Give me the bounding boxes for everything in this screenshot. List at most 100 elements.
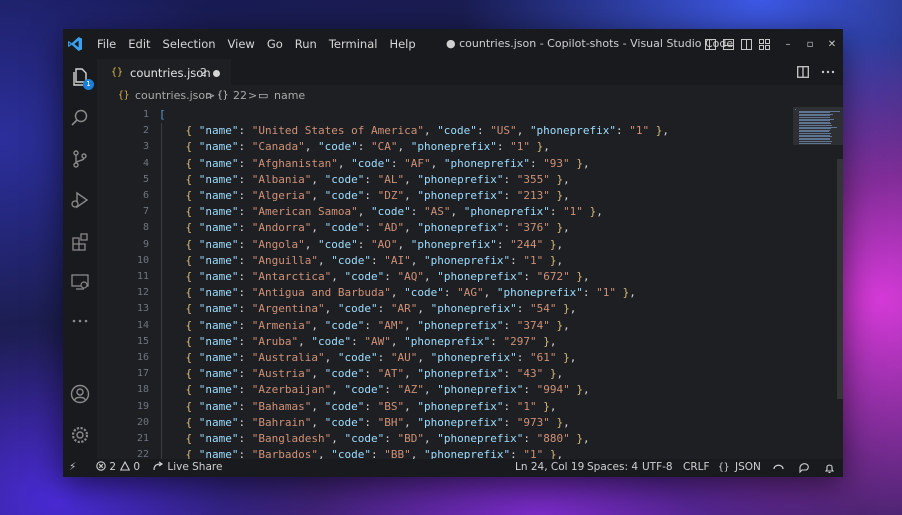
menu-item-file[interactable]: File xyxy=(97,37,116,51)
notifications-bell-icon[interactable] xyxy=(824,462,835,474)
copilot-icon[interactable] xyxy=(773,463,784,473)
code-editor[interactable]: 1 2 3 4 5 6 7 8 9 10 11 12 13 14 15 16 17 18 19 20 21 22 [ { … xyxy=(97,107,843,459)
toggle-secondary-sidebar-icon[interactable] xyxy=(741,38,752,50)
warnings-status[interactable]: 0 xyxy=(119,460,141,473)
menu-bar: File Edit Selection View Go Run Terminal Help xyxy=(97,29,428,59)
cursor-position[interactable]: Ln 24, Col 19 xyxy=(515,461,584,473)
line-number: 21 xyxy=(136,433,149,444)
breadcrumb-file[interactable]: countries.json xyxy=(135,89,212,102)
extensions-icon[interactable] xyxy=(70,231,90,251)
encoding[interactable]: UTF-8 xyxy=(642,461,673,473)
tab-countries-json[interactable]: {} countries.json 2 xyxy=(97,59,231,86)
line-number: 2 xyxy=(142,125,149,137)
code-line[interactable]: { "name": "Armenia", "code": "AM", "phon… xyxy=(159,319,570,332)
errors-status[interactable]: 2 xyxy=(96,461,116,473)
code-line[interactable]: { "name": "Austria", "code": "AT", "phon… xyxy=(159,367,564,380)
run-debug-icon[interactable] xyxy=(70,190,90,210)
activity-bar: 1 xyxy=(63,59,97,459)
code-line[interactable]: { "name": "Aruba", "code": "AW", "phonep… xyxy=(159,335,557,348)
end-of-line[interactable]: CRLF xyxy=(683,461,710,473)
code-line[interactable]: { "name": "Bangladesh", "code": "BD", "p… xyxy=(159,432,590,445)
minimap-line xyxy=(799,142,831,144)
more-actions-icon[interactable] xyxy=(821,66,835,78)
breadcrumb-separator: > xyxy=(248,89,258,102)
line-number: 1 xyxy=(142,109,149,120)
vscode-window: File Edit Selection View Go Run Terminal Help ●… xyxy=(63,29,843,477)
line-number: 15 xyxy=(136,335,149,347)
line-number: 8 xyxy=(142,222,149,234)
menu-item-edit[interactable]: Edit xyxy=(128,37,150,51)
code-line[interactable]: [ xyxy=(159,108,166,121)
remote-explorer-icon[interactable] xyxy=(70,272,90,292)
line-number: 4 xyxy=(142,157,149,169)
search-icon[interactable] xyxy=(70,108,90,128)
json-file-icon: {} xyxy=(118,90,130,101)
code-line[interactable]: { "name": "Bahamas", "code": "BS", "phon… xyxy=(159,400,557,413)
explorer-badge: 1 xyxy=(83,79,94,90)
vertical-scrollbar[interactable] xyxy=(837,159,843,399)
line-number: 14 xyxy=(136,319,149,331)
breadcrumb-object[interactable]: 22 xyxy=(233,89,247,102)
code-line[interactable]: { "name": "Angola", "code": "AO", "phone… xyxy=(159,238,564,251)
toggle-panel-icon[interactable] xyxy=(723,38,734,50)
menu-item-go[interactable]: Go xyxy=(267,37,283,51)
code-line[interactable]: { "name": "United States of America", "c… xyxy=(159,124,670,137)
error-count: 2 xyxy=(109,461,117,473)
settings-gear-icon[interactable] xyxy=(70,425,90,445)
code-line[interactable]: { "name": "Azerbaijan", "code": "AZ", "p… xyxy=(159,383,590,396)
tab-label: countries.json xyxy=(130,66,211,80)
toggle-primary-sidebar-icon[interactable] xyxy=(705,38,716,50)
code-line[interactable]: { "name": "Afghanistan", "code": "AF", "… xyxy=(159,157,590,170)
code-line[interactable]: { "name": "Canada", "code": "CA", "phone… xyxy=(159,140,550,153)
code-line[interactable]: { "name": "Anguilla", "code": "AI", "pho… xyxy=(159,254,564,267)
line-number: 11 xyxy=(136,271,149,282)
menu-item-selection[interactable]: Selection xyxy=(163,37,216,51)
menu-item-view[interactable]: View xyxy=(228,37,255,51)
line-number: 19 xyxy=(136,400,149,412)
line-number: 5 xyxy=(142,173,149,185)
live-share-button[interactable]: Live Share xyxy=(153,461,222,473)
window-title: ● countries.json - Copilot-shots - Visua… xyxy=(446,37,734,50)
language-mode[interactable]: JSON xyxy=(735,461,761,473)
code-line[interactable]: { "name": "Australia", "code": "AU", "ph… xyxy=(159,351,577,364)
maximize-button[interactable]: ▫ xyxy=(799,39,821,50)
object-icon: {} xyxy=(217,90,229,101)
menu-item-help[interactable]: Help xyxy=(389,37,415,51)
more-views-icon[interactable] xyxy=(70,311,90,331)
customize-layout-icon[interactable] xyxy=(759,38,770,50)
accounts-icon[interactable] xyxy=(70,384,90,404)
code-line[interactable]: { "name": "Argentina", "code": "AR", "ph… xyxy=(159,302,577,315)
line-number: 20 xyxy=(136,416,149,428)
indentation[interactable]: Spaces: 4 xyxy=(587,461,638,473)
code-line[interactable]: { "name": "Bahrain", "code": "BH", "phon… xyxy=(159,416,570,429)
code-line[interactable]: { "name": "Andorra", "code": "AD", "phon… xyxy=(159,221,570,234)
menu-item-run[interactable]: Run xyxy=(295,37,317,51)
language-icon: {} xyxy=(718,462,730,473)
line-number: 17 xyxy=(136,368,149,380)
unsaved-dot-icon[interactable] xyxy=(213,70,220,77)
code-line[interactable]: { "name": "Barbados", "code": "BB", "pho… xyxy=(159,448,564,459)
menu-item-terminal[interactable]: Terminal xyxy=(329,37,378,51)
split-editor-icon[interactable] xyxy=(797,66,809,78)
feedback-icon[interactable] xyxy=(798,462,810,474)
source-control-icon[interactable] xyxy=(70,149,90,169)
close-button[interactable]: ✕ xyxy=(821,39,843,50)
title-bar: File Edit Selection View Go Run Terminal Help ●… xyxy=(63,29,843,59)
vscode-logo-icon[interactable] xyxy=(67,36,83,52)
breadcrumb-property[interactable]: name xyxy=(274,89,305,102)
status-bar: ⚡ 2 0 Live Share Ln 24, Col 19 Spaces: 4… xyxy=(63,459,843,477)
remote-indicator-icon[interactable]: ⚡ xyxy=(69,461,76,473)
code-line[interactable]: { "name": "Albania", "code": "AL", "phon… xyxy=(159,173,570,186)
minimap[interactable] xyxy=(793,107,843,459)
live-share-icon xyxy=(153,461,164,471)
line-number: 10 xyxy=(136,254,149,266)
code-line[interactable]: { "name": "American Samoa", "code": "AS"… xyxy=(159,205,603,218)
code-line[interactable]: { "name": "Algeria", "code": "DZ", "phon… xyxy=(159,189,570,202)
minimize-button[interactable]: – xyxy=(777,39,799,50)
code-line[interactable]: { "name": "Antarctica", "code": "AQ", "p… xyxy=(159,270,590,283)
warning-count: 0 xyxy=(133,461,141,473)
line-number: 12 xyxy=(136,287,149,299)
code-line[interactable]: { "name": "Antigua and Barbuda", "code":… xyxy=(159,286,636,299)
tab-problem-count: 2 xyxy=(200,66,207,79)
line-number: 18 xyxy=(136,384,149,396)
